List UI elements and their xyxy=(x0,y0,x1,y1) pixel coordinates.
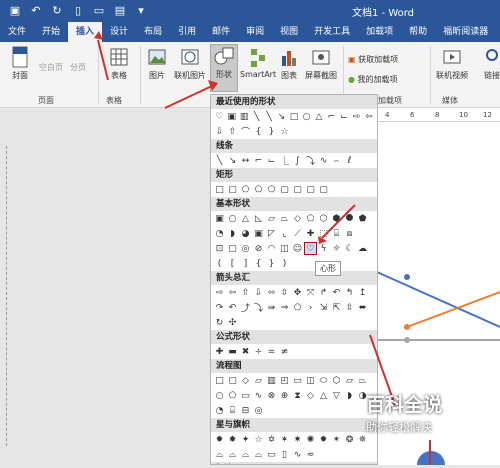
red-arrow xyxy=(321,204,356,239)
red-arrow xyxy=(164,85,213,109)
watermark: 百科全说 助你轻松解决 xyxy=(366,390,466,435)
watermark-subtitle: 助你轻松解决 xyxy=(366,421,432,434)
red-arrow xyxy=(97,39,109,81)
watermark-title: 百科全说 xyxy=(366,394,443,416)
red-arrow-head xyxy=(208,80,218,91)
red-arrow-head xyxy=(94,31,103,40)
